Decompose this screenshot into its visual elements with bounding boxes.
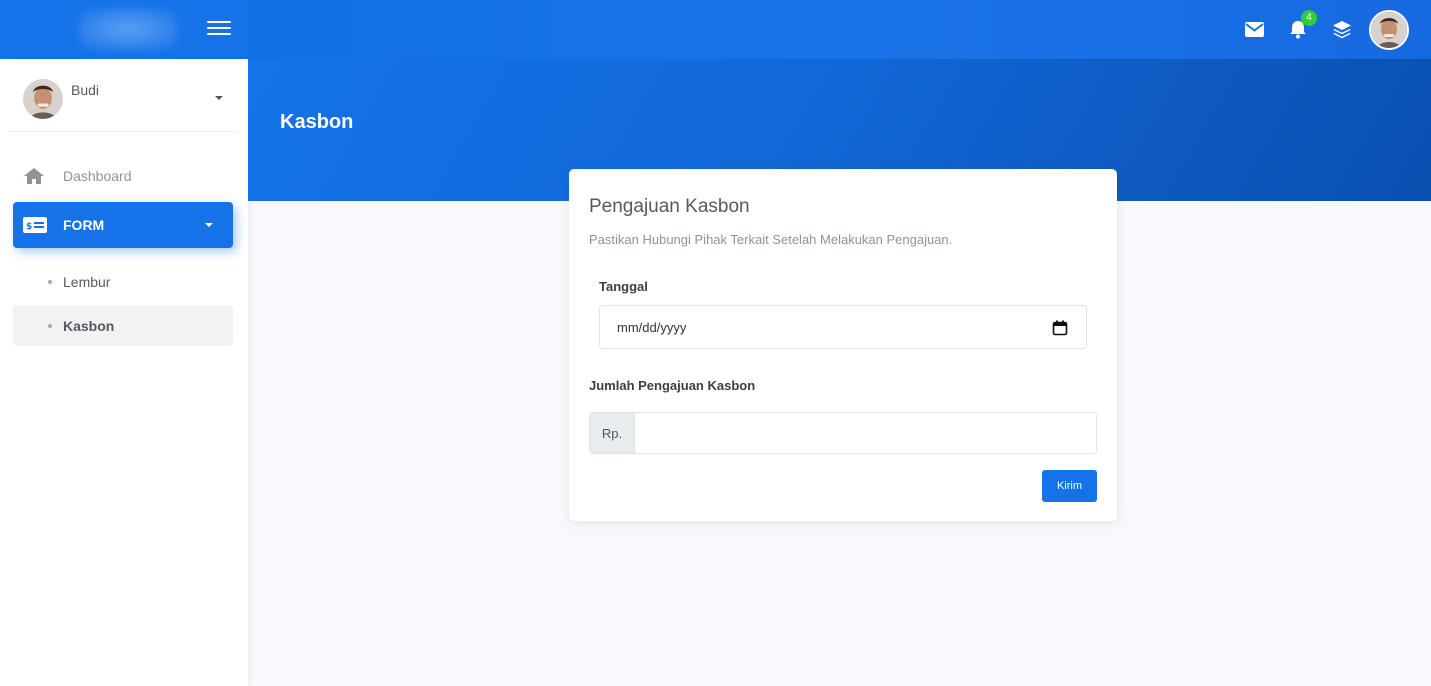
sidebar-user[interactable]: Budi: [8, 59, 238, 132]
sidebar-subitem-kasbon[interactable]: Kasbon: [13, 305, 233, 346]
user-name: Budi: [71, 82, 100, 98]
caret-down-icon: [205, 223, 213, 227]
kasbon-form-card: Pengajuan Kasbon Pastikan Hubungi Pihak …: [569, 169, 1117, 521]
amount-label: Jumlah Pengajuan Kasbon: [589, 378, 756, 393]
submit-button[interactable]: Kirim: [1042, 470, 1097, 502]
sidebar-item-label: FORM: [63, 217, 105, 233]
brand-area: [0, 0, 248, 59]
menu-toggle-icon[interactable]: [207, 17, 231, 39]
sidebar: Budi Dashboard $ FORM Lembur Kasbon: [0, 59, 248, 686]
sidebar-subitem-label: Lembur: [63, 273, 111, 290]
sidebar-subitem-label: Kasbon: [63, 317, 115, 334]
card-title: Pengajuan Kasbon: [589, 196, 750, 217]
sidebar-item-label: Dashboard: [63, 168, 132, 184]
user-avatar-top[interactable]: [1369, 9, 1409, 50]
date-input[interactable]: mm/dd/yyyy: [599, 305, 1087, 349]
notification-badge: 4: [1301, 9, 1317, 26]
home-icon: [23, 165, 47, 187]
bell-icon[interactable]: 4: [1287, 9, 1317, 41]
top-navbar: 4: [0, 0, 1431, 59]
money-check-icon: $: [23, 216, 47, 234]
amount-input[interactable]: [635, 413, 1096, 453]
caret-down-icon[interactable]: [215, 96, 223, 100]
sidebar-subitem-lembur[interactable]: Lembur: [13, 261, 233, 302]
svg-text:$: $: [26, 222, 32, 232]
calendar-icon[interactable]: [1052, 320, 1068, 336]
logo[interactable]: [78, 8, 178, 50]
page-title: Kasbon: [280, 111, 354, 133]
currency-prefix: Rp.: [590, 413, 635, 453]
date-placeholder: mm/dd/yyyy: [617, 319, 687, 335]
bullet-icon: [48, 279, 52, 284]
date-label: Tanggal: [599, 279, 648, 294]
avatar: [23, 79, 63, 119]
navbar-icons: 4: [1221, 0, 1409, 59]
bullet-icon: [48, 323, 52, 328]
amount-input-group: Rp.: [589, 412, 1097, 454]
card-subtitle: Pastikan Hubungi Pihak Terkait Setelah M…: [589, 232, 953, 247]
layers-icon[interactable]: [1331, 19, 1353, 41]
envelope-icon[interactable]: [1243, 19, 1265, 41]
sidebar-item-form[interactable]: $ FORM: [13, 202, 233, 248]
sidebar-item-dashboard[interactable]: Dashboard: [13, 154, 233, 198]
